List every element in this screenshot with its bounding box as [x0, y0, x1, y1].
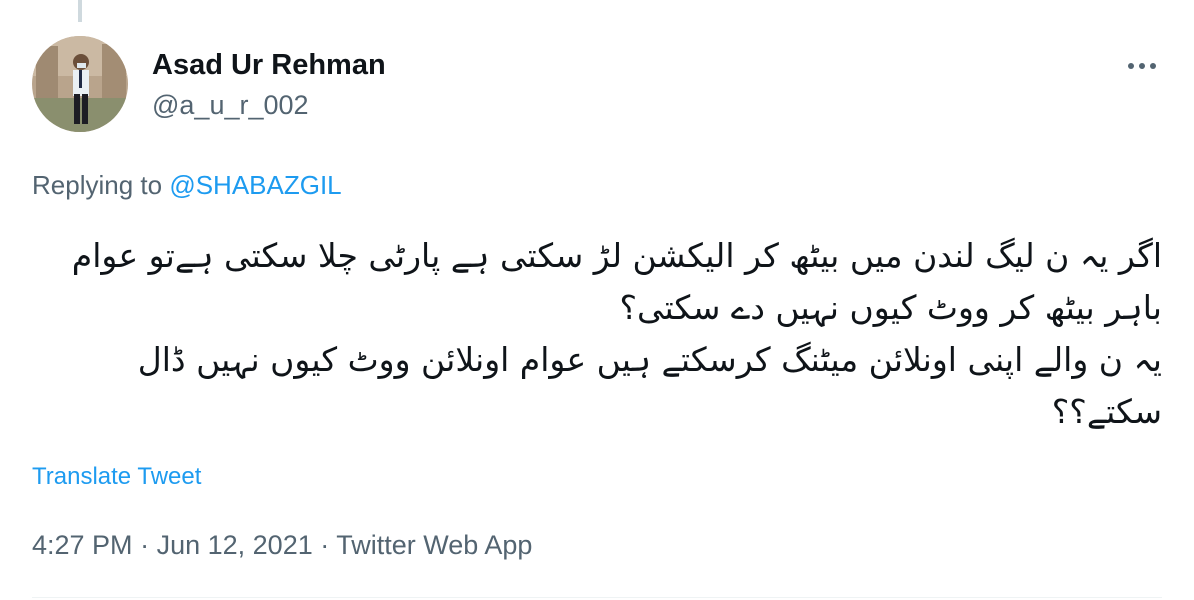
translate-tweet-link[interactable]: Translate Tweet: [32, 463, 201, 491]
author-handle[interactable]: @a_u_r_002: [152, 86, 386, 124]
tweet-text: اگر یہ ن لیگ لندن میں بیٹھ کر الیکشن لڑ …: [32, 230, 1162, 438]
separator-dot: ·: [140, 530, 150, 560]
replying-to-mention-link[interactable]: @SHABAZGIL: [169, 170, 341, 200]
more-horizontal-icon: [1128, 63, 1156, 69]
avatar-photo: [32, 36, 128, 132]
replying-to-label: Replying to: [32, 170, 163, 200]
thread-connector-line: [78, 0, 82, 22]
bottom-divider: [32, 597, 1162, 598]
avatar[interactable]: [32, 36, 128, 132]
tweet-source-link[interactable]: Twitter Web App: [336, 530, 532, 560]
separator-dot: ·: [320, 530, 330, 560]
tweet-text-paragraph: یہ ن والے اپنی اونلائن میٹنگ کرسکتے ہیں …: [137, 340, 1162, 431]
tweet-author[interactable]: Asad Ur Rehman @a_u_r_002: [152, 46, 386, 124]
tweet-metadata: 4:27 PM · Jun 12, 2021 · Twitter Web App: [32, 530, 532, 561]
author-display-name[interactable]: Asad Ur Rehman: [152, 46, 386, 84]
replying-to-line: Replying to @SHABAZGIL: [32, 170, 342, 201]
tweet-time-link[interactable]: 4:27 PM: [32, 530, 133, 560]
more-options-button[interactable]: [1122, 46, 1162, 86]
tweet-text-paragraph: اگر یہ ن لیگ لندن میں بیٹھ کر الیکشن لڑ …: [71, 236, 1162, 327]
tweet-date-link[interactable]: Jun 12, 2021: [157, 530, 313, 560]
